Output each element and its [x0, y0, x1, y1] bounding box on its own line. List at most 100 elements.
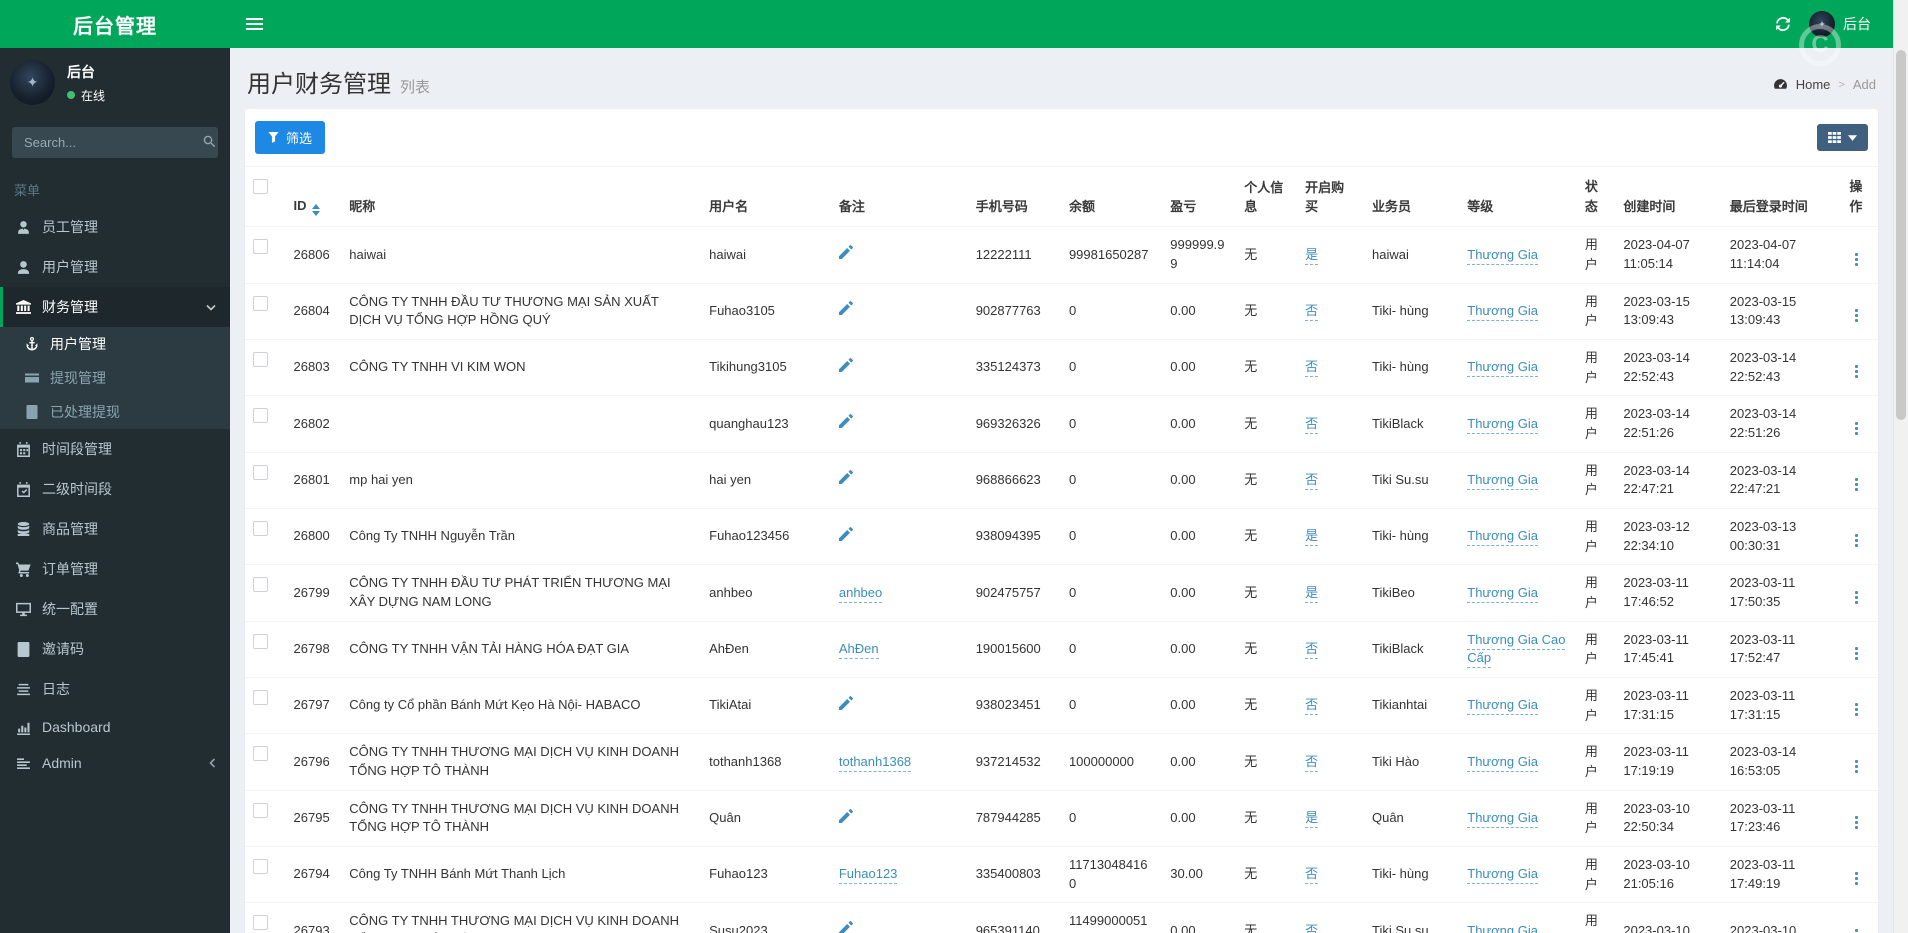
- row-checkbox[interactable]: [253, 746, 268, 762]
- cell-action[interactable]: [1841, 395, 1878, 453]
- cell-action[interactable]: [1841, 620, 1878, 678]
- row-actions-icon[interactable]: [1849, 363, 1864, 380]
- cell-purchase_enabled[interactable]: 否: [1297, 733, 1364, 791]
- scrollbar-thumb[interactable]: [1896, 50, 1906, 420]
- cell-level[interactable]: Thương Gia: [1459, 339, 1577, 396]
- edit-pencil-icon[interactable]: [838, 695, 853, 710]
- edit-pencil-icon[interactable]: [838, 470, 853, 485]
- cell-action[interactable]: [1841, 339, 1878, 396]
- row-actions-icon[interactable]: [1849, 870, 1864, 887]
- row-checkbox[interactable]: [253, 521, 268, 537]
- cell-note[interactable]: Fuhao123: [830, 846, 968, 903]
- hamburger-menu-icon[interactable]: [230, 0, 278, 48]
- row-actions-icon[interactable]: [1849, 532, 1864, 549]
- edit-pencil-icon[interactable]: [838, 357, 853, 372]
- sidebar-item-finance-users[interactable]: 用户管理: [0, 327, 230, 361]
- row-actions-icon[interactable]: [1849, 420, 1864, 437]
- cell-action[interactable]: [1841, 789, 1878, 847]
- cell-level[interactable]: Thương Gia: [1459, 395, 1577, 453]
- cell-note[interactable]: [830, 339, 968, 396]
- cell-action[interactable]: [1841, 902, 1878, 933]
- cell-level[interactable]: Thương Gia: [1459, 677, 1577, 734]
- cell-purchase_enabled[interactable]: 否: [1297, 620, 1364, 678]
- sidebar-item-staff[interactable]: 员工管理: [0, 207, 230, 247]
- edit-pencil-icon[interactable]: [838, 921, 853, 933]
- row-checkbox[interactable]: [253, 633, 268, 649]
- app-logo[interactable]: 后台管理: [0, 0, 230, 48]
- edit-pencil-icon[interactable]: [838, 245, 853, 260]
- column-header-id[interactable]: ID: [286, 167, 342, 227]
- cell-level[interactable]: Thương Gia: [1459, 282, 1577, 340]
- cell-action[interactable]: [1841, 564, 1878, 622]
- row-checkbox[interactable]: [253, 295, 268, 311]
- cell-action[interactable]: [1841, 733, 1878, 791]
- cell-level[interactable]: Thương Gia: [1459, 508, 1577, 565]
- edit-pencil-icon[interactable]: [838, 808, 853, 823]
- cell-note[interactable]: [830, 451, 968, 509]
- row-actions-icon[interactable]: [1849, 645, 1864, 662]
- cell-purchase_enabled[interactable]: 否: [1297, 902, 1364, 933]
- breadcrumb-home[interactable]: Home: [1796, 77, 1831, 92]
- row-actions-icon[interactable]: [1849, 251, 1864, 268]
- page-scrollbar[interactable]: [1893, 0, 1908, 933]
- sidebar-item-withdraw[interactable]: 提现管理: [0, 361, 230, 395]
- row-checkbox[interactable]: [253, 690, 268, 706]
- cell-note[interactable]: anhbeo: [830, 564, 968, 622]
- cell-level[interactable]: Thương Gia: [1459, 902, 1577, 933]
- cell-action[interactable]: [1841, 226, 1878, 284]
- row-actions-icon[interactable]: [1849, 307, 1864, 324]
- cell-purchase_enabled[interactable]: 是: [1297, 226, 1364, 284]
- cell-purchase_enabled[interactable]: 否: [1297, 339, 1364, 396]
- cell-level[interactable]: Thương Gia: [1459, 564, 1577, 622]
- cell-action[interactable]: [1841, 508, 1878, 565]
- filter-button[interactable]: 筛选: [255, 121, 326, 154]
- columns-toggle-button[interactable]: [1817, 124, 1868, 151]
- cell-note[interactable]: AhĐen: [830, 620, 968, 678]
- sidebar-item-withdraw-done[interactable]: 已处理提现: [0, 395, 230, 429]
- cell-action[interactable]: [1841, 677, 1878, 734]
- row-checkbox[interactable]: [253, 859, 268, 875]
- cell-note[interactable]: [830, 226, 968, 284]
- row-actions-icon[interactable]: [1849, 758, 1864, 775]
- sidebar-item-logs[interactable]: 日志: [0, 669, 230, 709]
- row-checkbox[interactable]: [253, 577, 268, 593]
- cell-action[interactable]: [1841, 846, 1878, 903]
- row-checkbox[interactable]: [253, 802, 268, 818]
- cell-purchase_enabled[interactable]: 否: [1297, 677, 1364, 734]
- select-all-checkbox[interactable]: [253, 179, 268, 194]
- row-actions-icon[interactable]: [1849, 927, 1864, 933]
- edit-pencil-icon[interactable]: [838, 301, 853, 316]
- search-button[interactable]: [200, 127, 218, 158]
- row-actions-icon[interactable]: [1849, 476, 1864, 493]
- sidebar-item-orders[interactable]: 订单管理: [0, 549, 230, 589]
- sidebar-item-config[interactable]: 统一配置: [0, 589, 230, 629]
- cell-note[interactable]: [830, 902, 968, 933]
- edit-pencil-icon[interactable]: [838, 526, 853, 541]
- cell-note[interactable]: [830, 789, 968, 847]
- edit-pencil-icon[interactable]: [838, 414, 853, 429]
- row-checkbox[interactable]: [253, 464, 268, 480]
- sidebar-item-admin[interactable]: Admin: [0, 745, 230, 781]
- cell-level[interactable]: Thương Gia: [1459, 789, 1577, 847]
- cell-level[interactable]: Thương Gia: [1459, 451, 1577, 509]
- cell-level[interactable]: Thương Gia: [1459, 733, 1577, 791]
- cell-action[interactable]: [1841, 451, 1878, 509]
- cell-purchase_enabled[interactable]: 否: [1297, 282, 1364, 340]
- cell-purchase_enabled[interactable]: 否: [1297, 846, 1364, 903]
- row-actions-icon[interactable]: [1849, 701, 1864, 718]
- sidebar-item-dashboard[interactable]: Dashboard: [0, 709, 230, 745]
- search-input[interactable]: [12, 127, 200, 158]
- cell-note[interactable]: [830, 282, 968, 340]
- cell-purchase_enabled[interactable]: 否: [1297, 395, 1364, 453]
- cell-purchase_enabled[interactable]: 是: [1297, 564, 1364, 622]
- row-actions-icon[interactable]: [1849, 589, 1864, 606]
- row-checkbox[interactable]: [253, 352, 268, 368]
- sidebar-item-users[interactable]: 用户管理: [0, 247, 230, 287]
- cell-purchase_enabled[interactable]: 是: [1297, 789, 1364, 847]
- row-checkbox[interactable]: [253, 408, 268, 424]
- cell-note[interactable]: [830, 677, 968, 734]
- cell-level[interactable]: Thương Gia Cao Cấp: [1459, 620, 1577, 678]
- sidebar-item-products[interactable]: 商品管理: [0, 509, 230, 549]
- row-checkbox[interactable]: [253, 239, 268, 255]
- sidebar-item-timeslot2[interactable]: 二级时间段: [0, 469, 230, 509]
